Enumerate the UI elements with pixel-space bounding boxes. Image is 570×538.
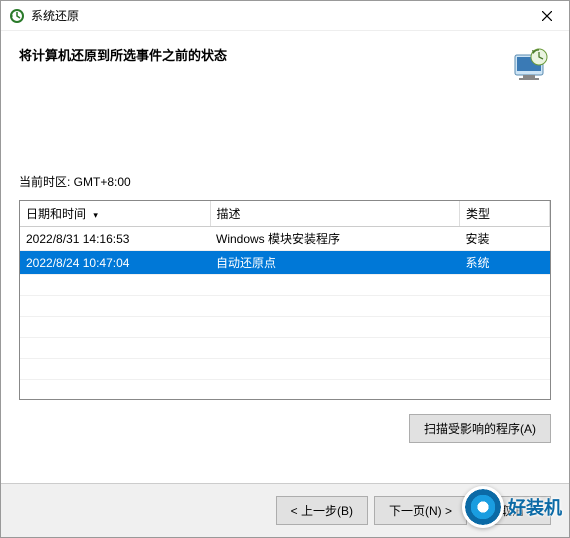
table-cell-date: 2022/8/31 14:16:53: [20, 227, 210, 251]
cancel-button[interactable]: 取消: [473, 496, 551, 525]
table-row[interactable]: 2022/8/24 10:47:04自动还原点系统: [20, 251, 550, 275]
timezone-label: 当前时区: GMT+8:00: [19, 173, 551, 190]
system-restore-icon: [9, 8, 25, 24]
header-section: 将计算机还原到所选事件之前的状态: [1, 31, 569, 93]
titlebar-title: 系统还原: [31, 7, 527, 24]
table-cell-date: 2022/8/24 10:47:04: [20, 251, 210, 275]
table-cell-desc: Windows 模块安装程序: [210, 227, 460, 251]
table-row[interactable]: 2022/8/31 14:16:53Windows 模块安装程序安装: [20, 227, 550, 251]
page-heading: 将计算机还原到所选事件之前的状态: [19, 45, 227, 64]
next-button[interactable]: 下一页(N) >: [374, 496, 467, 525]
titlebar: 系统还原: [1, 1, 569, 31]
table-cell-type: 系统: [460, 251, 550, 275]
sort-descending-icon: ▾: [93, 210, 98, 221]
column-header-description[interactable]: 描述: [210, 201, 460, 227]
scan-affected-programs-button[interactable]: 扫描受影响的程序(A): [409, 414, 551, 443]
table-row-empty: [20, 380, 550, 401]
table-row-empty: [20, 275, 550, 296]
table-cell-type: 安装: [460, 227, 550, 251]
restore-monitor-icon: [511, 45, 551, 85]
wizard-footer: < 上一步(B) 下一页(N) > 取消: [1, 483, 569, 537]
table-row-empty: [20, 317, 550, 338]
column-header-type[interactable]: 类型: [460, 201, 550, 227]
close-button[interactable]: [527, 2, 567, 30]
content-area: 当前时区: GMT+8:00 日期和时间 ▾ 描述 类型: [1, 93, 569, 483]
scan-button-row: 扫描受影响的程序(A): [19, 414, 551, 443]
back-button[interactable]: < 上一步(B): [276, 496, 368, 525]
table-row-empty: [20, 359, 550, 380]
table-cell-desc: 自动还原点: [210, 251, 460, 275]
table-row-empty: [20, 338, 550, 359]
system-restore-dialog: 系统还原 将计算机还原到所选事件之前的状态 当前时区: GMT+8:00: [0, 0, 570, 538]
restore-points-table[interactable]: 日期和时间 ▾ 描述 类型 2022/8/31 14:16:53Windows …: [19, 200, 551, 400]
table-row-empty: [20, 296, 550, 317]
close-icon: [542, 11, 552, 21]
column-header-date[interactable]: 日期和时间 ▾: [20, 201, 210, 227]
